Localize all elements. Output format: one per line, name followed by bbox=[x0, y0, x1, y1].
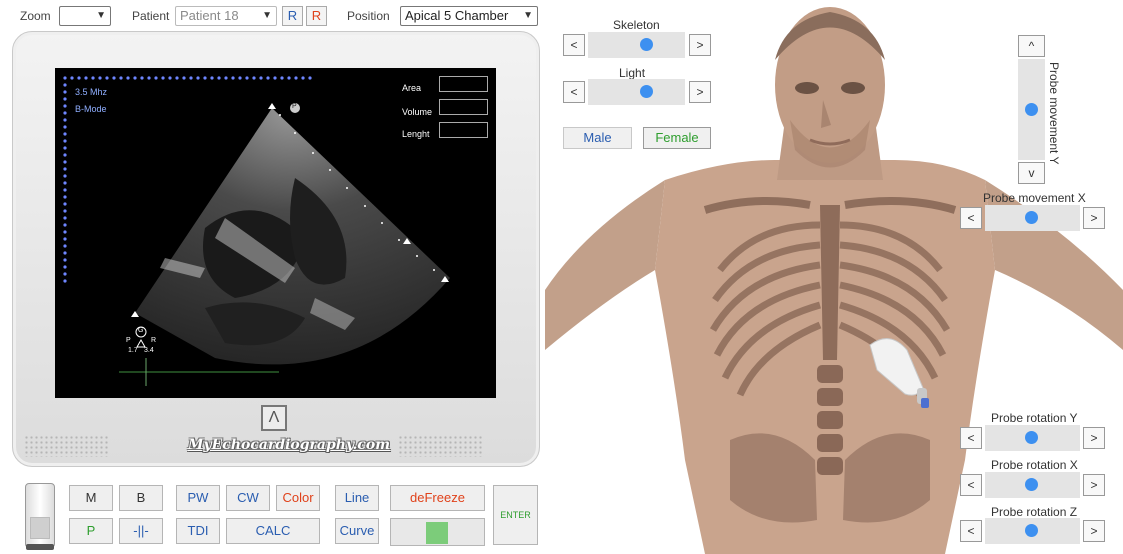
volume-field bbox=[439, 99, 488, 115]
reset-blue-button[interactable]: R bbox=[282, 6, 303, 26]
scale-p-label: P bbox=[126, 337, 131, 344]
probe-y-down-button[interactable]: v bbox=[1018, 162, 1045, 184]
color-button[interactable]: Color bbox=[276, 485, 320, 511]
rot-x-label: Probe rotation X bbox=[991, 458, 1078, 472]
echo-simulator-page: Zoom ▼ Patient Patient 18 ▼ R R Position … bbox=[0, 0, 1123, 554]
defreeze-button[interactable]: deFreeze bbox=[390, 485, 485, 511]
cw-button[interactable]: CW bbox=[226, 485, 270, 511]
chevron-down-icon: ▼ bbox=[523, 10, 533, 21]
line-button[interactable]: Line bbox=[335, 485, 379, 511]
skeleton-increase-button[interactable]: > bbox=[689, 34, 711, 56]
ultrasound-screen[interactable]: 3.5 Mhz B-Mode Area Volume Lenght P G P … bbox=[55, 68, 496, 398]
probe-y-label: Probe movement Y bbox=[1047, 62, 1061, 165]
probe-x-slider[interactable] bbox=[985, 205, 1080, 231]
rot-z-slider[interactable] bbox=[985, 518, 1080, 544]
brand-logo-icon: Λ bbox=[261, 405, 287, 431]
chevron-down-icon: ▼ bbox=[262, 10, 272, 21]
m-mode-button[interactable]: M bbox=[69, 485, 113, 511]
speaker-grill-left bbox=[24, 435, 110, 457]
slider-knob[interactable] bbox=[1025, 211, 1038, 224]
b-mode-button[interactable]: B bbox=[119, 485, 163, 511]
scale-left-value: 1.7 bbox=[128, 347, 138, 354]
status-light bbox=[426, 522, 448, 544]
light-slider[interactable] bbox=[588, 79, 685, 105]
rot-z-increase-button[interactable]: > bbox=[1083, 520, 1105, 542]
slider-knob[interactable] bbox=[1025, 524, 1038, 537]
enter-button[interactable]: ENTER bbox=[493, 485, 538, 545]
rot-x-increase-button[interactable]: > bbox=[1083, 474, 1105, 496]
rot-z-decrease-button[interactable]: < bbox=[960, 520, 982, 542]
gain-slider[interactable] bbox=[25, 483, 55, 550]
probe-y-slider[interactable] bbox=[1018, 59, 1045, 160]
probe-x-decrease-button[interactable]: < bbox=[960, 207, 982, 229]
area-label: Area bbox=[402, 83, 422, 93]
length-label: Lenght bbox=[402, 129, 430, 139]
light-label: Light bbox=[619, 66, 646, 80]
light-increase-button[interactable]: > bbox=[689, 81, 711, 103]
light-decrease-button[interactable]: < bbox=[563, 81, 585, 103]
curve-button[interactable]: Curve bbox=[335, 518, 379, 544]
female-button[interactable]: Female bbox=[643, 127, 711, 149]
brand-text: MyEchocardiography.com bbox=[188, 437, 391, 453]
rot-x-slider[interactable] bbox=[985, 472, 1080, 498]
area-field bbox=[439, 76, 488, 92]
probe-y-up-button[interactable]: ^ bbox=[1018, 35, 1045, 57]
length-field bbox=[439, 122, 488, 138]
skeleton-decrease-button[interactable]: < bbox=[563, 34, 585, 56]
rot-y-slider[interactable] bbox=[985, 425, 1080, 451]
scale-r-label: R bbox=[151, 337, 157, 344]
mode-label: B-Mode bbox=[75, 104, 107, 114]
rot-y-label: Probe rotation Y bbox=[991, 411, 1078, 425]
male-button[interactable]: Male bbox=[563, 127, 632, 149]
slider-knob[interactable] bbox=[1025, 431, 1038, 444]
slider-knob[interactable] bbox=[1025, 103, 1038, 116]
calc-button[interactable]: CALC bbox=[226, 518, 320, 544]
position-select[interactable]: Apical 5 Chamber ▼ bbox=[400, 6, 538, 26]
zoom-label: Zoom bbox=[20, 9, 51, 23]
skeleton-label: Skeleton bbox=[613, 18, 660, 32]
rot-x-decrease-button[interactable]: < bbox=[960, 474, 982, 496]
skeleton-slider[interactable] bbox=[588, 32, 685, 58]
scale-right-value: 3.4 bbox=[144, 347, 154, 354]
rot-z-label: Probe rotation Z bbox=[991, 505, 1078, 519]
p-button[interactable]: P bbox=[69, 518, 113, 544]
probe-x-increase-button[interactable]: > bbox=[1083, 207, 1105, 229]
ultrasound-image bbox=[63, 76, 450, 386]
marker-p: P bbox=[292, 103, 297, 110]
slider-knob[interactable] bbox=[640, 38, 653, 51]
reset-red-button[interactable]: R bbox=[306, 6, 327, 26]
freeze-indicator bbox=[390, 518, 485, 546]
probe-x-label: Probe movement X bbox=[983, 191, 1086, 205]
patient-label: Patient bbox=[132, 9, 170, 23]
position-label: Position bbox=[347, 9, 390, 23]
pw-button[interactable]: PW bbox=[176, 485, 220, 511]
marker-g: G bbox=[138, 327, 144, 334]
slider-knob[interactable] bbox=[1025, 478, 1038, 491]
speaker-grill-right bbox=[398, 435, 484, 457]
rot-y-increase-button[interactable]: > bbox=[1083, 427, 1105, 449]
slider-knob[interactable] bbox=[640, 85, 653, 98]
patient-select[interactable]: Patient 18 ▼ bbox=[175, 6, 277, 26]
frequency-label: 3.5 Mhz bbox=[75, 87, 108, 97]
zoom-select[interactable]: ▼ bbox=[59, 6, 111, 26]
chevron-down-icon: ▼ bbox=[96, 10, 106, 21]
rot-y-decrease-button[interactable]: < bbox=[960, 427, 982, 449]
volume-label: Volume bbox=[402, 107, 433, 117]
split-button[interactable]: -||- bbox=[119, 518, 163, 544]
tdi-button[interactable]: TDI bbox=[176, 518, 220, 544]
